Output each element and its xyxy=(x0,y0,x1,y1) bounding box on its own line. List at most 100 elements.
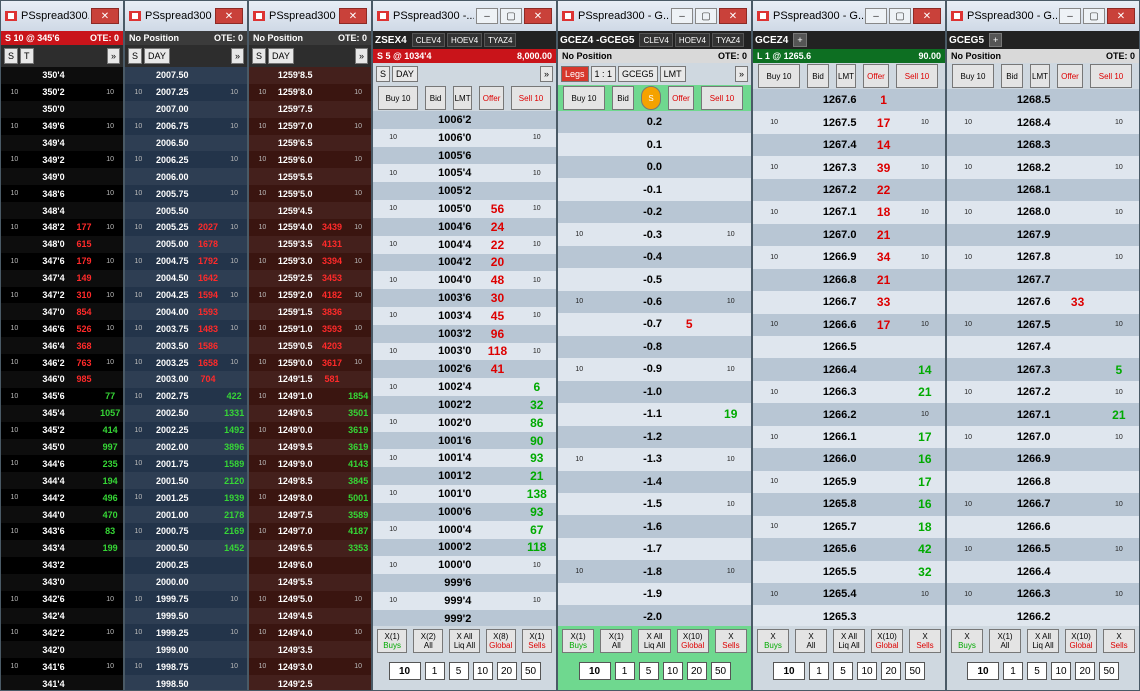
quantity-preset-button[interactable]: 50 xyxy=(520,662,541,680)
ladder-row[interactable]: 346'0 985 xyxy=(1,371,123,388)
bid-depth-cell[interactable] xyxy=(345,371,371,388)
offer-qty-cell[interactable] xyxy=(1056,493,1098,515)
bid-depth-cell[interactable] xyxy=(97,202,123,219)
ladder-row[interactable]: 10 343'6 83 xyxy=(1,523,123,540)
ladder-row[interactable]: 10 1001'4 93 xyxy=(373,449,556,468)
offer-qty-cell[interactable]: 21 xyxy=(862,269,904,291)
bid-depth-cell[interactable]: 5001 xyxy=(345,489,371,506)
offer-qty-cell[interactable] xyxy=(71,168,98,185)
offer-qty-cell[interactable] xyxy=(319,135,346,152)
offer-qty-cell[interactable]: 1483 xyxy=(195,320,222,337)
ladder-row[interactable]: 2005.50 xyxy=(125,202,247,220)
offer-qty-cell[interactable] xyxy=(319,557,346,574)
offer-qty-cell[interactable] xyxy=(1056,403,1098,425)
bid-qty-cell[interactable]: 10 xyxy=(249,354,276,371)
offer-qty-cell[interactable] xyxy=(195,118,222,135)
offer-qty-cell[interactable] xyxy=(668,268,710,290)
ladder-row[interactable]: 1267.4 14 xyxy=(753,133,945,157)
bid-qty-cell[interactable]: 10 xyxy=(947,538,989,560)
bid-qty-cell[interactable] xyxy=(558,515,600,537)
offer-qty-cell[interactable] xyxy=(195,523,222,540)
bid-depth-cell[interactable]: 10 xyxy=(221,658,247,675)
sell-market-button[interactable]: Sell 10 xyxy=(1090,64,1132,88)
strategy-icon[interactable]: S xyxy=(376,66,391,82)
offer-qty-cell[interactable] xyxy=(319,151,346,168)
ladder-row[interactable]: 1267.0 21 xyxy=(753,223,945,247)
ladder-row[interactable]: 1004'2 20 xyxy=(373,253,556,272)
offer-qty-cell[interactable] xyxy=(195,658,222,675)
ladder-row[interactable]: 10 2004.25 1594 10 xyxy=(125,287,247,304)
bid-qty-cell[interactable] xyxy=(558,268,600,290)
bid-depth-cell[interactable]: 10 xyxy=(345,591,371,608)
cancel-4-button[interactable]: X Sells xyxy=(714,629,748,653)
offer-qty-cell[interactable] xyxy=(195,675,222,690)
offer-qty-cell[interactable] xyxy=(862,471,904,493)
bid-depth-cell[interactable] xyxy=(710,605,751,627)
ladder-row[interactable]: 1267.9 xyxy=(947,223,1139,247)
bid-qty-cell[interactable] xyxy=(753,269,795,291)
ladder-row[interactable]: 343'0 xyxy=(1,573,123,591)
bid-qty-cell[interactable] xyxy=(249,337,276,354)
bid-depth-cell[interactable] xyxy=(710,313,751,335)
offer-qty-cell[interactable]: 3394 xyxy=(319,253,346,270)
bid-depth-cell[interactable] xyxy=(97,608,123,625)
price-ladder[interactable]: 1006'2 10 1006'0 10 1005'6 10 1005'4 10 1005'2 10… xyxy=(373,111,556,628)
offer-qty-cell[interactable] xyxy=(1056,381,1098,403)
ladder-row[interactable]: 1268.1 xyxy=(947,178,1139,202)
bid-qty-cell[interactable] xyxy=(249,472,276,489)
ladder-row[interactable]: 1267.3 5 xyxy=(947,358,1139,381)
offer-qty-cell[interactable] xyxy=(71,658,98,675)
offer-qty-cell[interactable] xyxy=(319,67,346,84)
offer-qty-cell[interactable]: 21 xyxy=(862,224,904,246)
bid-depth-cell[interactable]: 10 xyxy=(710,223,751,245)
bid-depth-cell[interactable] xyxy=(1099,336,1139,358)
bid-depth-cell[interactable]: 199 xyxy=(97,540,123,557)
offer-qty-cell[interactable]: 5 xyxy=(668,313,710,335)
tif-select[interactable]: DAY xyxy=(392,66,418,82)
ladder-row[interactable]: 1267.6 1 xyxy=(753,89,945,112)
ladder-row[interactable]: 10 1259'4.0 3439 10 xyxy=(249,219,371,236)
bid-depth-cell[interactable]: 470 xyxy=(97,506,123,523)
bid-qty-cell[interactable]: 10 xyxy=(125,489,152,506)
expand-button[interactable]: » xyxy=(539,66,553,82)
bid-depth-cell[interactable] xyxy=(710,178,751,200)
offer-qty-cell[interactable]: 118 xyxy=(477,343,517,361)
bid-depth-cell[interactable]: 6 xyxy=(518,378,556,396)
ladder-row[interactable]: 1259'0.5 4203 xyxy=(249,337,371,355)
bid-depth-cell[interactable]: 138 xyxy=(518,485,556,503)
offer-qty-cell[interactable]: 1586 xyxy=(195,337,222,354)
bid-depth-cell[interactable]: 10 xyxy=(1099,493,1139,515)
offer-qty-cell[interactable] xyxy=(477,129,517,147)
bid-qty-cell[interactable]: 10 xyxy=(947,493,989,515)
bid-depth-cell[interactable] xyxy=(221,303,247,320)
bid-qty-cell[interactable]: 10 xyxy=(249,320,276,337)
ladder-row[interactable]: 2003.00 704 xyxy=(125,371,247,388)
ladder-row[interactable]: 10 1249'0.0 3619 xyxy=(249,422,371,439)
bid-qty-cell[interactable] xyxy=(558,246,600,268)
bid-depth-cell[interactable]: 10 xyxy=(345,84,371,101)
offer-button[interactable]: Offer xyxy=(668,86,694,110)
bid-depth-cell[interactable]: 10 xyxy=(221,185,247,202)
ladder-row[interactable]: 1249'4.5 xyxy=(249,607,371,625)
price-ladder[interactable]: 1268.5 10 1268.4 10 1268.3 10 1268.2 10 1268.1 10… xyxy=(947,89,1139,628)
offer-qty-cell[interactable] xyxy=(71,422,98,439)
bid-depth-cell[interactable]: 10 xyxy=(221,320,247,337)
bid-depth-cell[interactable]: 10 xyxy=(905,201,945,223)
quantity-preset-button[interactable]: 20 xyxy=(496,662,517,680)
offer-qty-cell[interactable] xyxy=(1056,516,1098,538)
cancel-1-button[interactable]: X(1) All xyxy=(600,629,633,653)
ladder-row[interactable]: 10 2003.25 1658 10 xyxy=(125,354,247,371)
offer-qty-cell[interactable]: 763 xyxy=(71,354,98,371)
bid-depth-cell[interactable] xyxy=(221,168,247,185)
ladder-row[interactable]: 0.2 xyxy=(558,111,751,134)
ladder-row[interactable]: 10 2002.25 1492 xyxy=(125,422,247,439)
quantity-preset-button[interactable]: 10 xyxy=(472,662,493,680)
bid-qty-cell[interactable]: 10 xyxy=(753,201,795,223)
bid-depth-cell[interactable]: 10 xyxy=(710,448,751,470)
ladder-row[interactable]: 10 1265.7 18 xyxy=(753,515,945,539)
bid-depth-cell[interactable]: 10 xyxy=(345,219,371,236)
ladder-row[interactable]: 10 -1.3 10 xyxy=(558,448,751,471)
ladder-row[interactable]: -0.4 xyxy=(558,245,751,269)
ladder-row[interactable]: 10 1002'4 6 xyxy=(373,378,556,396)
bid-depth-cell[interactable]: 10 xyxy=(1099,381,1139,403)
